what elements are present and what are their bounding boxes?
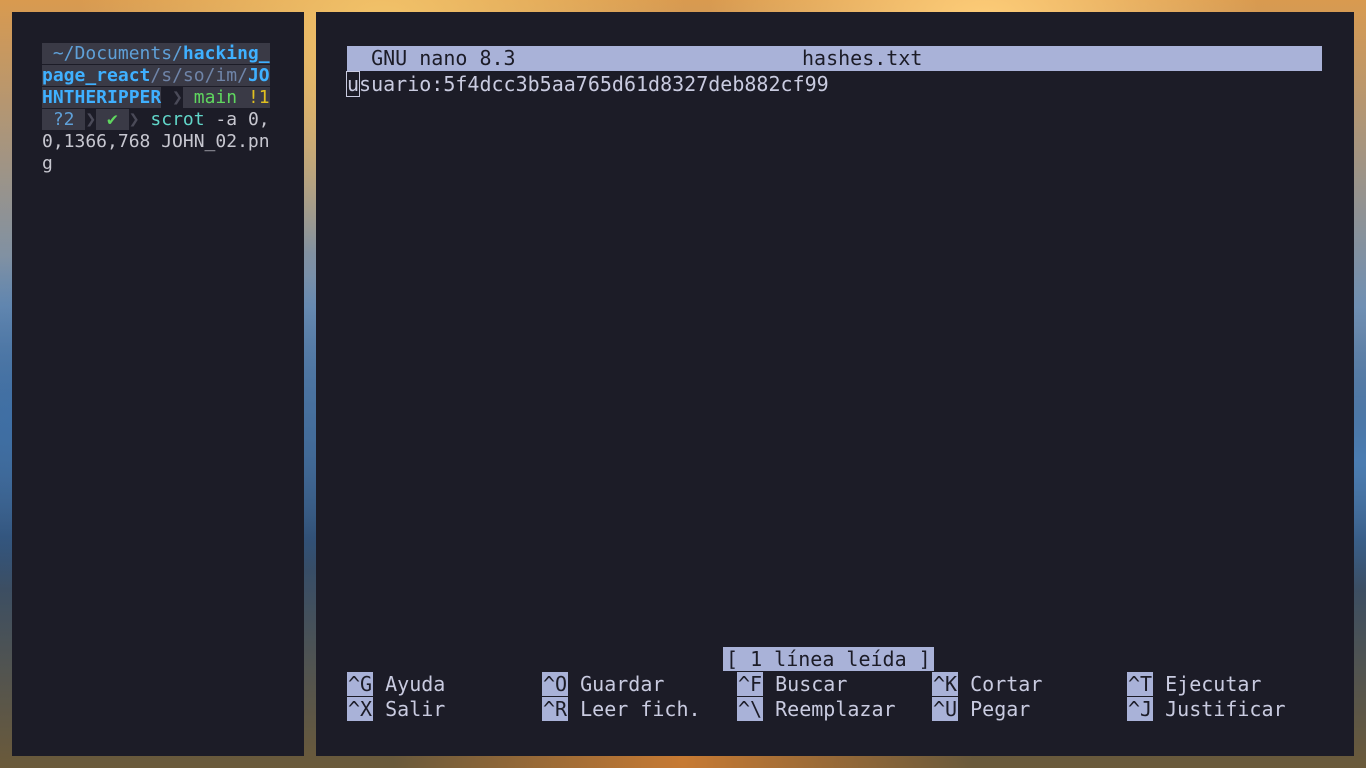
path-separator: / (150, 65, 162, 86)
shortcut-save[interactable]: ^O Guardar (542, 672, 664, 696)
command-args-cont-2: g (42, 153, 53, 174)
shortcut-paste[interactable]: ^U Pegar (932, 697, 1030, 721)
prompt-dir-hacking: hacking_ (182, 43, 270, 64)
shortcut-label: Leer fich. (568, 697, 701, 721)
shortcut-label: Reemplazar (763, 697, 896, 721)
shortcut-execute[interactable]: ^T Ejecutar (1127, 672, 1261, 696)
prompt-home: ~/ (42, 43, 75, 64)
shortcut-label: Ayuda (373, 672, 446, 696)
git-branch: main (182, 87, 248, 108)
shortcut-justify[interactable]: ^J Justificar (1127, 697, 1286, 721)
command-args: -a 0, (204, 109, 270, 130)
prompt-dir-johntheripper-cont: HNTHERIPPER (42, 87, 162, 108)
shortcut-key: ^O (542, 672, 569, 696)
prompt-line-3: HNTHERIPPER ❯ main !1 (42, 87, 270, 109)
prompt-dir-documents: Documents/ (74, 43, 183, 64)
check-icon: ✔ (96, 109, 129, 130)
shortcut-replace[interactable]: ^\ Reemplazar (737, 697, 896, 721)
shortcut-key: ^U (932, 697, 959, 721)
text-cursor: u (345, 71, 361, 97)
prompt-dir-s: s (161, 65, 173, 86)
command-args-cont: 0,1366,768 JOHN_02.pn (42, 131, 270, 152)
prompt-separator-icon: ❯ (161, 87, 183, 108)
shortcut-key: ^X (347, 697, 374, 721)
nano-version: GNU nano 8.3 (347, 46, 516, 70)
nano-filename: hashes.txt (802, 46, 923, 70)
prompt-separator-icon: ❯ (85, 109, 97, 130)
shortcut-label: Buscar (763, 672, 848, 696)
shortcut-label: Salir (373, 697, 446, 721)
shortcut-label: Pegar (958, 697, 1031, 721)
shortcut-search[interactable]: ^F Buscar (737, 672, 847, 696)
status-message: [ 1 línea leída ] (723, 647, 934, 671)
editor-content[interactable]: usuario:5f4dcc3b5aa765d61d8327deb882cf99 (345, 71, 829, 97)
nano-title-bar: GNU nano 8.3 hashes.txt (347, 46, 1322, 71)
path-separator: / (237, 65, 248, 86)
editor-line-1: suario:5f4dcc3b5aa765d61d8327deb882cf99 (359, 72, 829, 96)
shortcut-read-file[interactable]: ^R Leer fich. (542, 697, 701, 721)
nano-terminal-window[interactable] (316, 12, 1354, 756)
shortcut-exit[interactable]: ^X Salir (347, 697, 445, 721)
shortcut-label: Cortar (958, 672, 1043, 696)
prompt-dir-page-react: page_react (42, 65, 151, 86)
shortcut-key: ^\ (737, 697, 764, 721)
shortcut-label: Guardar (568, 672, 665, 696)
prompt-line-1: ~/Documents/hacking_ (42, 43, 270, 65)
prompt-dir-im: im (215, 65, 238, 86)
shortcut-key: ^G (347, 672, 374, 696)
command-name: scrot (150, 109, 205, 130)
shortcut-key: ^R (542, 697, 569, 721)
shortcut-key: ^F (737, 672, 764, 696)
prompt-separator-icon: ❯ (128, 109, 151, 130)
shortcut-help[interactable]: ^G Ayuda (347, 672, 445, 696)
shortcut-key: ^T (1127, 672, 1154, 696)
git-status-modified: !1 (247, 87, 270, 108)
shortcut-label: Justificar (1153, 697, 1286, 721)
prompt-dir-so: so (182, 65, 205, 86)
shortcut-label: Ejecutar (1153, 672, 1262, 696)
prompt-line-4: ?2 ❯ ✔ ❯ scrot -a 0, (42, 109, 270, 131)
prompt-dir-johntheripper: JO (247, 65, 270, 86)
git-status-untracked: ?2 (42, 109, 86, 130)
shortcut-cut[interactable]: ^K Cortar (932, 672, 1042, 696)
path-separator: / (172, 65, 183, 86)
shortcut-key: ^K (932, 672, 959, 696)
path-separator: / (204, 65, 216, 86)
shortcut-key: ^J (1127, 697, 1154, 721)
prompt-line-2: page_react/s/so/im/JO (42, 65, 270, 87)
